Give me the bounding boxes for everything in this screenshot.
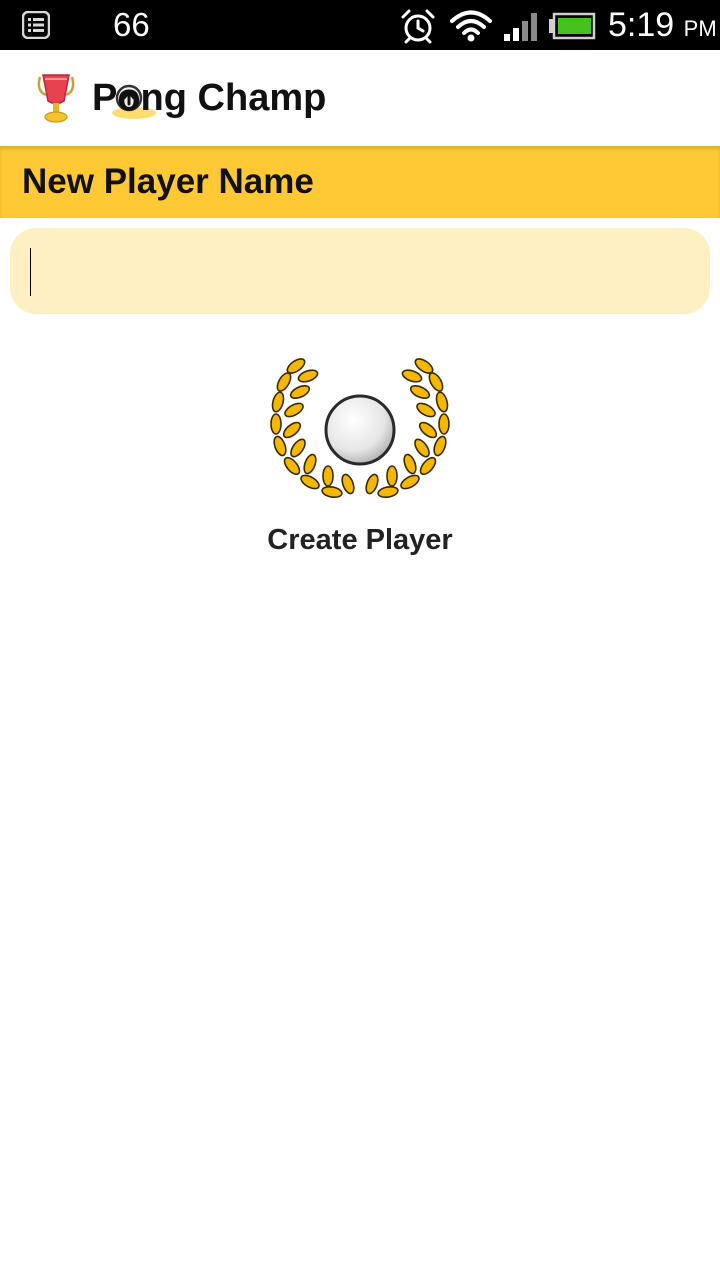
signal-icon [504, 13, 537, 41]
create-player-label: Create Player [267, 524, 453, 556]
battery-icon [549, 12, 596, 40]
app-title: Pong Champ [92, 77, 327, 119]
action-bar: Pong Champ [0, 50, 720, 146]
section-header: New Player Name [0, 146, 720, 218]
section-title: New Player Name [22, 162, 314, 201]
notification-list-icon [22, 11, 50, 39]
create-player-button[interactable]: Create Player [240, 340, 480, 570]
status-ampm: PM [683, 16, 717, 41]
text-cursor [30, 248, 31, 296]
notification-count: 66 [113, 6, 150, 43]
status-bar: 66 5:19 PM [0, 0, 720, 50]
wifi-icon [450, 10, 492, 42]
player-name-input[interactable] [10, 228, 710, 314]
status-time: 5:19 PM [608, 6, 717, 44]
laurel-wreath-ball-icon [270, 358, 450, 499]
alarm-icon [401, 9, 435, 44]
